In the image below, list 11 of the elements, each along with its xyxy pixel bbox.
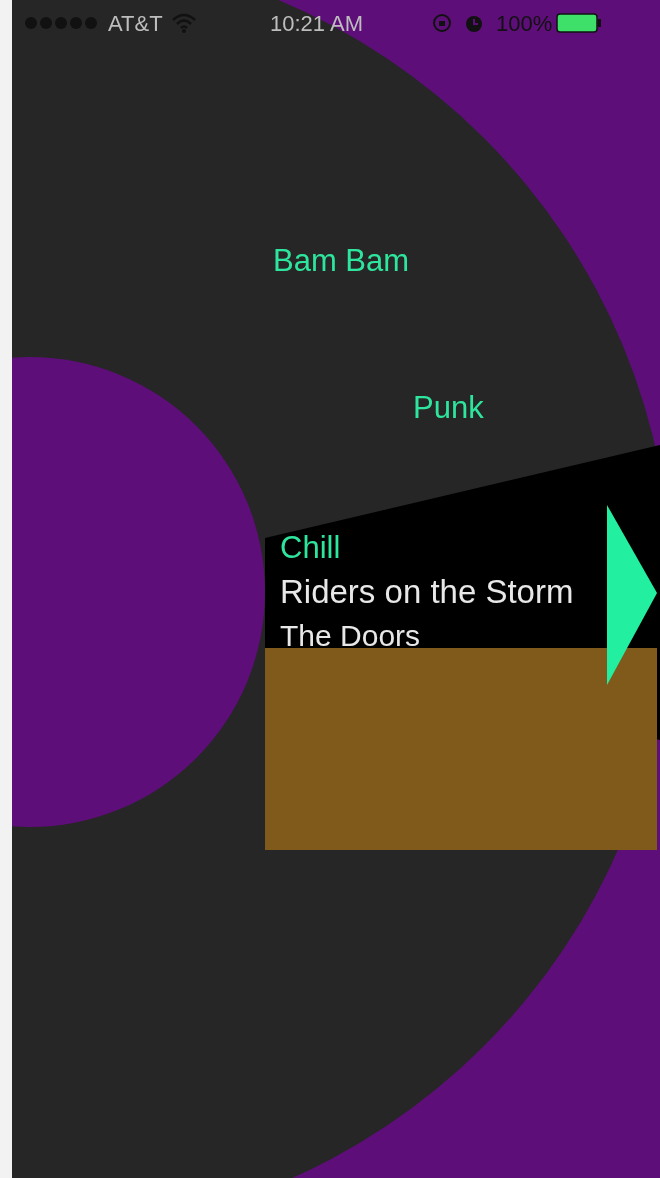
genre-label[interactable]: Punk xyxy=(413,385,484,432)
battery-percent: 100% xyxy=(496,9,553,38)
song-title: Riders on the Storm xyxy=(280,572,574,612)
rotation-lock-icon xyxy=(432,13,452,33)
genre-label[interactable]: Chill xyxy=(280,527,574,569)
clock-time: 10:21 AM xyxy=(270,9,364,38)
alarm-clock-icon xyxy=(464,13,484,33)
genre-label[interactable]: Bam Bam xyxy=(273,238,410,285)
battery-icon xyxy=(556,13,603,33)
carrier-name: AT&T xyxy=(108,9,163,38)
artist-name: The Doors xyxy=(280,618,422,654)
